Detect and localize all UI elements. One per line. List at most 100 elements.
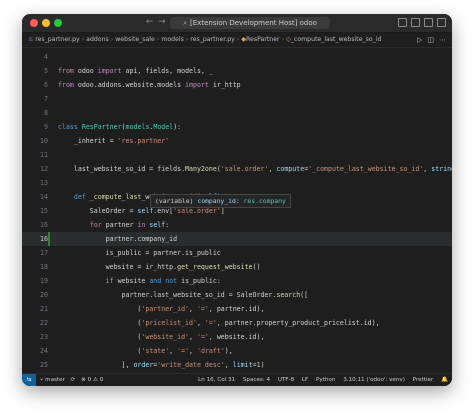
line-code: _inherit = 'res.partner' [58,137,170,145]
forward-arrow-icon[interactable]: → [158,17,166,27]
line-code: partner.company_id [58,235,178,243]
breadcrumb-method[interactable]: _compute_last_website_so_id [291,36,382,43]
cursor-position[interactable]: Ln 16, Col 31 [198,377,235,383]
status-bar: ⇆ ⑂ master ⟳ ⊗ 0 ⚠ 0 Ln 16, Col 31 Space… [22,373,452,386]
remote-icon[interactable]: ⇆ [22,374,36,386]
line-number: 17 [40,249,48,257]
run-icon[interactable]: ▷ [417,33,422,47]
encoding[interactable]: UTF-8 [278,377,294,383]
breadcrumb-path-addons[interactable]: addons [86,36,109,43]
zoom-window-button[interactable] [54,19,62,27]
indentation[interactable]: Spaces: 4 [243,377,270,383]
code-line: 17 is_public = partner.is_public [22,246,452,260]
status-left: ⑂ master ⟳ ⊗ 0 ⚠ 0 [40,374,103,386]
line-number: 10 [40,137,48,145]
line-code: ('state', '=', 'draft'), [58,347,233,355]
code-line: 7 [22,92,452,106]
command-center[interactable]: ⌕ [Extension Development Host] odoo [170,17,330,29]
problems-icon[interactable]: ⊗ 0 ⚠ 0 [81,377,103,383]
python-file-icon: ≡ [28,36,34,43]
code-editor[interactable]: 4 5 from odoo import api, fields, models,… [22,50,452,374]
line-number: 16 [40,235,48,243]
line-number: 7 [44,95,48,103]
status-right: Ln 16, Col 31 Spaces: 4 UTF-8 LF Python … [192,374,448,386]
line-number: 5 [44,67,48,75]
breadcrumb-file-tab[interactable]: res_partner.py [35,36,79,43]
tooltip-kind: (variable) [155,197,194,205]
code-line: 4 [22,50,452,64]
editor-actions: ▷ ◫ ⋯ [417,33,446,47]
line-code: is_public = partner.is_public [58,249,221,257]
prettier-formatter[interactable]: Prettier [413,377,434,383]
split-editor-icon[interactable]: ◫ [427,33,434,47]
line-code: ('website_id', '=', website.id), [58,333,265,341]
code-line-active: 16 partner.company_id [22,232,452,246]
line-code: partner.last_website_so_id = SaleOrder.s… [58,291,309,299]
more-actions-icon[interactable]: ⋯ [439,33,446,47]
tooltip-name: company_id: [197,197,240,205]
code-line: 12 last_website_so_id = fields.Many2one(… [22,162,452,176]
code-line: 24 ('state', '=', 'draft'), [22,344,452,358]
tooltip-type: res.company [243,197,286,205]
line-number: 13 [40,179,48,187]
line-number: 21 [40,305,48,313]
branch-icon: ⑂ [40,377,44,383]
line-number: 22 [40,319,48,327]
title-bar: ← → ⌕ [Extension Development Host] odoo [22,14,452,33]
code-line: 22 ('pricelist_id', '=', partner.propert… [22,316,452,330]
line-code: from odoo import api, fields, models, _ [58,67,213,75]
breadcrumb: ≡ res_partner.py › addons › website_sale › mode… [22,33,452,48]
breadcrumb-path-website-sale[interactable]: website_sale [115,36,155,43]
hover-tooltip: (variable) company_id: res.company [150,194,291,208]
line-code: class ResPartner(models.Model): [58,123,182,131]
line-number: 14 [40,193,48,201]
line-number: 8 [44,109,48,117]
end-of-line[interactable]: LF [302,377,308,383]
line-number: 6 [44,81,48,89]
close-window-button[interactable] [30,19,38,27]
customize-layout-icon[interactable] [437,18,446,27]
vscode-window: ← → ⌕ [Extension Development Host] odoo ≡… [22,14,452,386]
line-number: 18 [40,263,48,271]
line-code: ], order='write_date desc', limit=1) [58,361,265,369]
git-branch[interactable]: master [45,377,65,383]
code-line: 9 class ResPartner(models.Model): [22,120,452,134]
minimize-window-button[interactable] [42,19,50,27]
line-number: 24 [40,347,48,355]
python-interpreter[interactable]: 3.10.11 ('odoo': venv) [343,377,405,383]
breadcrumb-class[interactable]: ResPartner [246,36,280,43]
line-code: from odoo.addons.website.models import i… [58,81,241,89]
line-number: 23 [40,333,48,341]
line-number: 19 [40,277,48,285]
toggle-panel-icon[interactable] [411,18,420,27]
line-number: 25 [40,361,48,369]
toggle-secondary-sidebar-icon[interactable] [424,18,433,27]
code-line: 10 _inherit = 'res.partner' [22,134,452,148]
language-mode[interactable]: Python [316,377,335,383]
notifications-bell-icon[interactable]: 🔔 [441,377,448,383]
line-code: ('pricelist_id', '=', partner.property_p… [58,319,380,327]
code-line: 19 if website and not is_public: [22,274,452,288]
code-line: 13 [22,176,452,190]
code-line: 25 ], order='write_date desc', limit=1) [22,358,452,372]
toggle-sidebar-icon[interactable] [398,18,407,27]
line-number: 9 [44,123,48,131]
line-number: 16 [40,221,48,229]
line-number: 20 [40,291,48,299]
line-number: 12 [40,165,48,173]
code-line: 5 from odoo import api, fields, models, _ [22,64,452,78]
code-line: 8 [22,106,452,120]
breadcrumb-path-models[interactable]: models [161,36,184,43]
code-line: 21 ('partner_id', '=', partner.id), [22,302,452,316]
code-line: 16 for partner in self: [22,218,452,232]
line-code: ('partner_id', '=', partner.id), [58,305,265,313]
command-center-label: [Extension Development Host] odoo [190,19,317,27]
line-code: if website and not is_public: [105,277,221,285]
back-arrow-icon[interactable]: ← [146,17,154,27]
line-code: last_website_so_id = fields.Many2one('sa… [58,165,452,173]
code-line: 6 from odoo.addons.website.models import … [22,78,452,92]
modified-gutter-marker [48,232,50,246]
breadcrumb-path-file[interactable]: res_partner.py [190,36,234,43]
line-number: 11 [40,151,48,159]
sync-icon[interactable]: ⟳ [71,377,76,383]
